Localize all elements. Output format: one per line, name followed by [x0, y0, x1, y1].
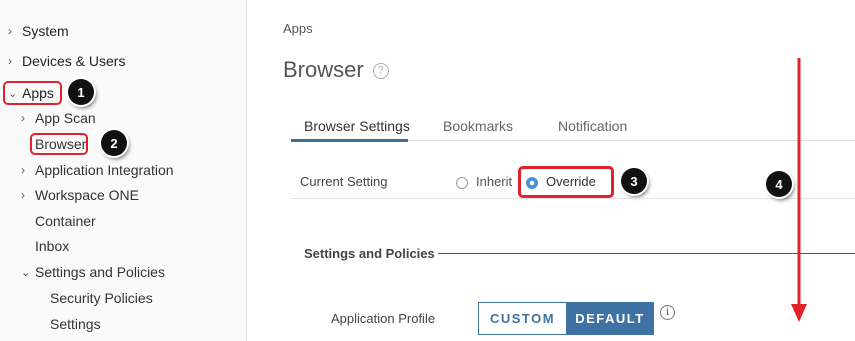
breadcrumb[interactable]: Apps [283, 21, 313, 36]
chevron-right-icon: › [8, 24, 12, 38]
apps-highlight-box [3, 81, 62, 105]
sidebar-item-label: Settings [50, 316, 101, 332]
chevron-right-icon: › [21, 111, 25, 125]
sidebar-item-container[interactable]: Container [35, 213, 96, 229]
current-setting-label: Current Setting [300, 174, 388, 189]
tab-notification[interactable]: Notification [558, 118, 627, 134]
sidebar-item-app-scan[interactable]: › App Scan [21, 110, 96, 126]
sidebar-item-settings[interactable]: Settings [50, 316, 101, 332]
sidebar-item-label: Container [35, 213, 96, 229]
sidebar: › System › Devices & Users ⌄ Apps › App … [0, 0, 247, 341]
browser-highlight-box [30, 133, 88, 155]
step-1-badge: 1 [68, 79, 94, 105]
sidebar-item-devices-users[interactable]: › Devices & Users [8, 53, 125, 69]
sidebar-item-label: Security Policies [50, 290, 153, 306]
sidebar-item-label: System [22, 23, 69, 39]
sidebar-item-system[interactable]: › System [8, 23, 69, 39]
custom-button[interactable]: CUSTOM [478, 302, 566, 335]
sidebar-item-application-integration[interactable]: › Application Integration [21, 162, 174, 178]
chevron-right-icon: › [21, 163, 25, 177]
chevron-right-icon: › [8, 54, 12, 68]
active-tab-underline [291, 139, 408, 142]
chevron-down-icon: ⌄ [21, 266, 31, 279]
row-divider [291, 198, 855, 199]
radio-inherit-label: Inherit [476, 174, 513, 189]
chevron-right-icon: › [21, 188, 25, 202]
sidebar-item-label: Devices & Users [22, 53, 126, 69]
tab-browser-settings[interactable]: Browser Settings [304, 118, 410, 134]
sidebar-item-workspace-one[interactable]: › Workspace ONE [21, 187, 139, 203]
scroll-down-arrow [791, 58, 807, 322]
radio-inherit[interactable]: Inherit [456, 174, 512, 189]
sidebar-item-label: Inbox [35, 238, 70, 254]
sidebar-item-label: Workspace ONE [35, 187, 139, 203]
default-button[interactable]: DEFAULT [566, 302, 654, 335]
step-3-badge: 3 [621, 168, 647, 194]
override-highlight-box [518, 166, 614, 198]
sidebar-item-settings-and-policies[interactable]: ⌄ Settings and Policies [21, 264, 165, 280]
sidebar-item-inbox[interactable]: Inbox [35, 238, 69, 254]
application-profile-label: Application Profile [331, 311, 436, 326]
page-title-text: Browser [283, 57, 364, 82]
sidebar-item-label: Application Integration [35, 162, 174, 178]
sidebar-item-label: Settings and Policies [35, 264, 165, 280]
info-icon[interactable]: i [660, 305, 675, 320]
step-2-badge: 2 [101, 130, 127, 156]
section-title: Settings and Policies [304, 246, 435, 261]
sidebar-item-security-policies[interactable]: Security Policies [50, 290, 153, 306]
sidebar-item-label: App Scan [35, 110, 96, 126]
radio-unselected-icon [456, 176, 468, 189]
page-title: Browser ? [283, 57, 389, 83]
help-icon[interactable]: ? [372, 63, 389, 80]
tab-bookmarks[interactable]: Bookmarks [443, 118, 513, 134]
